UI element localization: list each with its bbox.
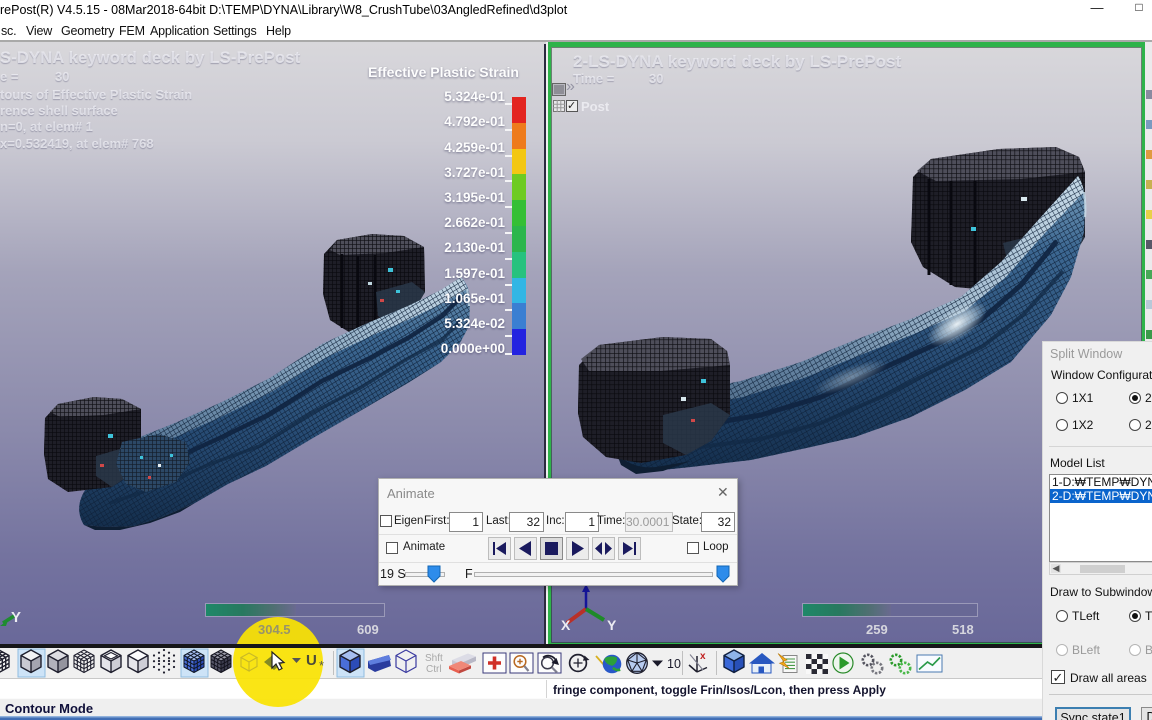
svg-text:Y: Y [607,617,617,633]
svg-text:U: U [306,652,317,669]
svg-text:Ctrl: Ctrl [426,664,442,675]
svg-text:Shft: Shft [425,653,443,664]
svg-text:*: * [319,658,324,673]
svg-text:10: 10 [667,657,681,671]
svg-text:x: x [700,651,706,662]
svg-text:X: X [561,617,571,633]
